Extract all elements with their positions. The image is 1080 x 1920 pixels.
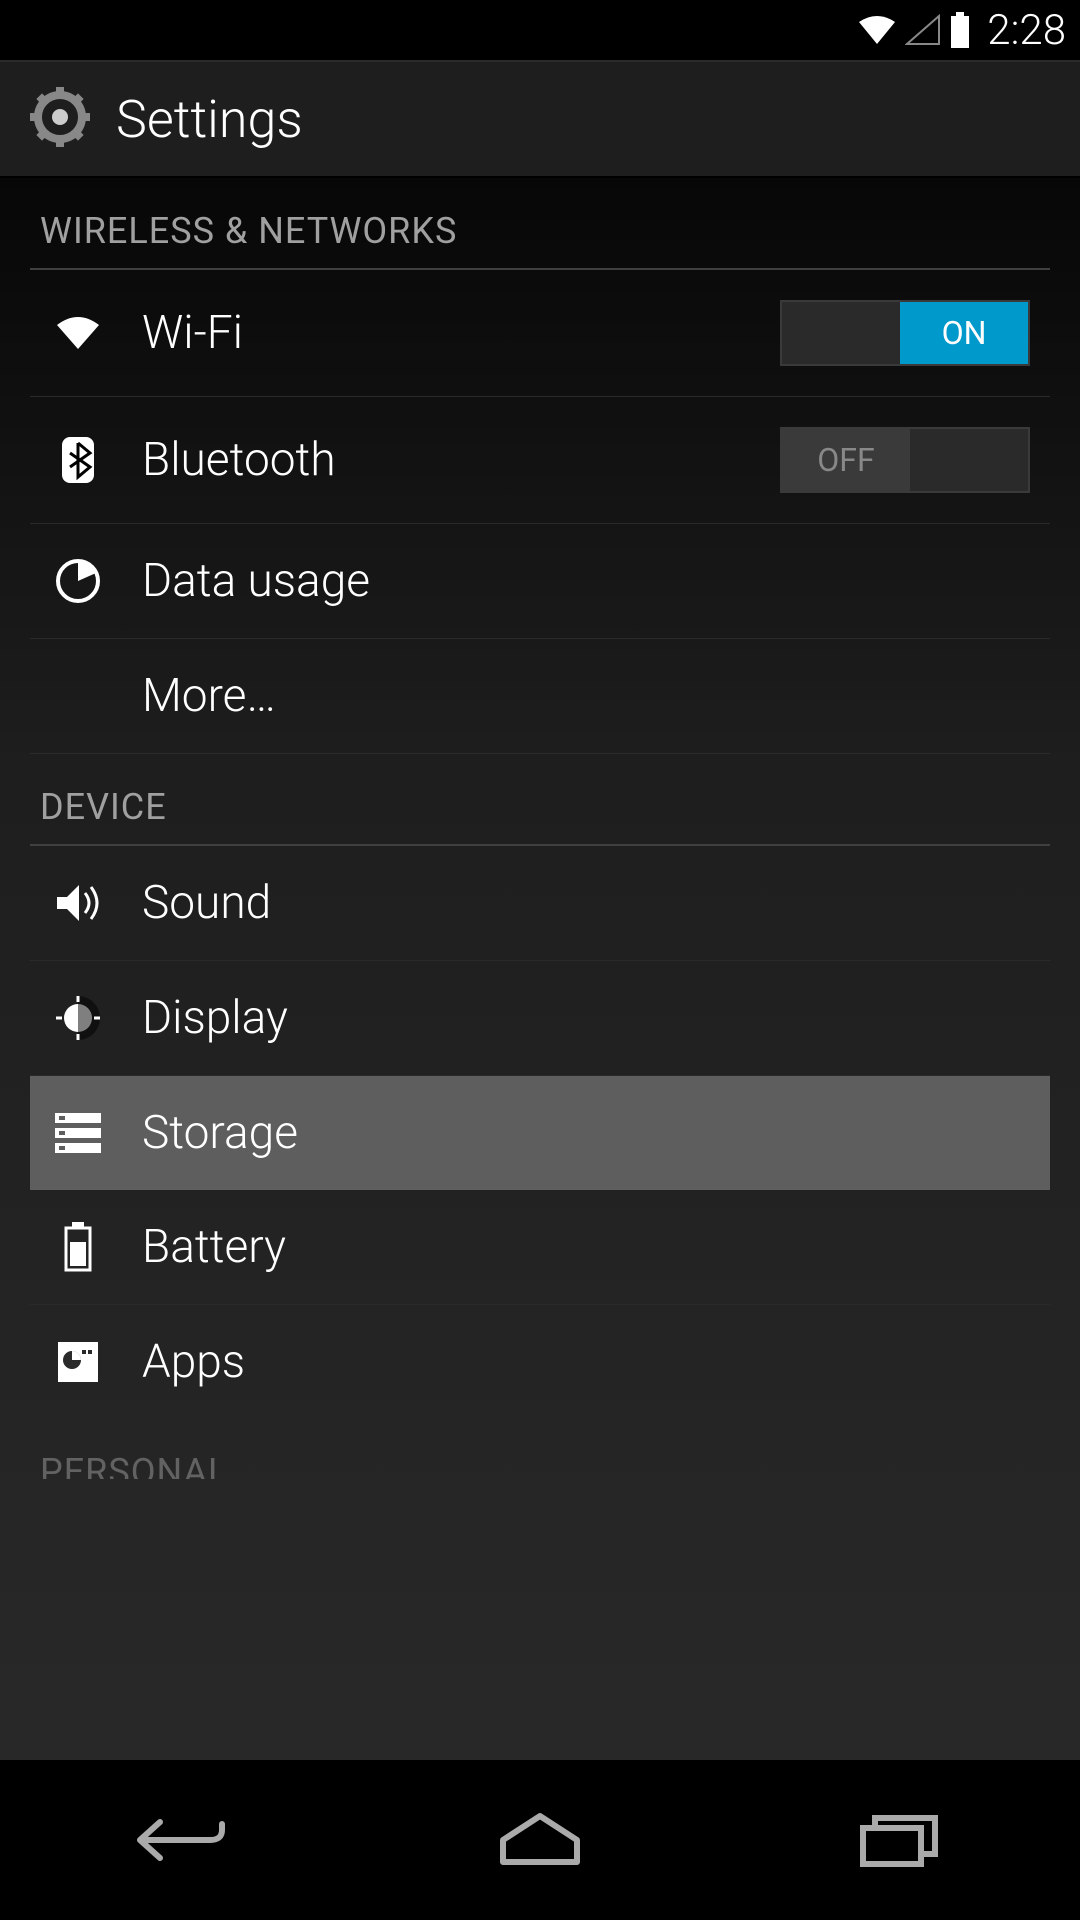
sound-icon (50, 881, 106, 925)
recent-apps-button[interactable] (840, 1800, 960, 1880)
settings-item-more[interactable]: More… (30, 639, 1050, 754)
battery-icon (949, 12, 971, 48)
item-label: More… (142, 669, 1030, 723)
settings-item-battery[interactable]: Battery (30, 1190, 1050, 1305)
toggle-thumb: ON (900, 302, 1028, 364)
display-icon (50, 994, 106, 1042)
settings-item-apps[interactable]: Apps (30, 1305, 1050, 1419)
cell-signal-icon (905, 14, 941, 46)
apps-icon (50, 1338, 106, 1386)
settings-icon (28, 85, 92, 153)
settings-item-display[interactable]: Display (30, 961, 1050, 1076)
item-label: Battery (142, 1220, 1030, 1274)
battery-menu-icon (50, 1222, 106, 1272)
settings-item-sound[interactable]: Sound (30, 846, 1050, 961)
bluetooth-toggle[interactable]: OFF (780, 427, 1030, 493)
data-usage-icon (50, 557, 106, 605)
wifi-icon (50, 313, 106, 353)
settings-item-bluetooth[interactable]: Bluetooth OFF (30, 397, 1050, 524)
item-label: Storage (142, 1106, 1030, 1160)
wifi-signal-icon (857, 14, 897, 46)
status-time: 2:28 (987, 6, 1066, 55)
section-header-wireless: WIRELESS & NETWORKS (30, 178, 1050, 270)
item-label: Sound (142, 876, 1030, 930)
storage-icon (50, 1111, 106, 1155)
toggle-thumb: OFF (782, 429, 910, 491)
home-button[interactable] (480, 1800, 600, 1880)
wifi-toggle[interactable]: ON (780, 300, 1030, 366)
back-button[interactable] (120, 1800, 240, 1880)
item-label: Data usage (142, 554, 1030, 608)
settings-item-storage[interactable]: Storage (30, 1076, 1050, 1190)
item-label: Bluetooth (142, 433, 780, 487)
settings-list[interactable]: WIRELESS & NETWORKS Wi-Fi ON Bluetooth O… (0, 178, 1080, 1758)
settings-item-wifi[interactable]: Wi-Fi ON (30, 270, 1050, 397)
bluetooth-icon (50, 435, 106, 485)
section-header-personal: PERSONAL (30, 1419, 1050, 1479)
status-bar: 2:28 (0, 0, 1080, 60)
item-label: Apps (142, 1335, 1030, 1389)
navigation-bar (0, 1760, 1080, 1920)
header-title: Settings (116, 89, 303, 150)
item-label: Display (142, 991, 1030, 1045)
app-header: Settings (0, 60, 1080, 178)
settings-item-data-usage[interactable]: Data usage (30, 524, 1050, 639)
item-label: Wi-Fi (142, 306, 780, 360)
section-header-device: DEVICE (30, 754, 1050, 846)
